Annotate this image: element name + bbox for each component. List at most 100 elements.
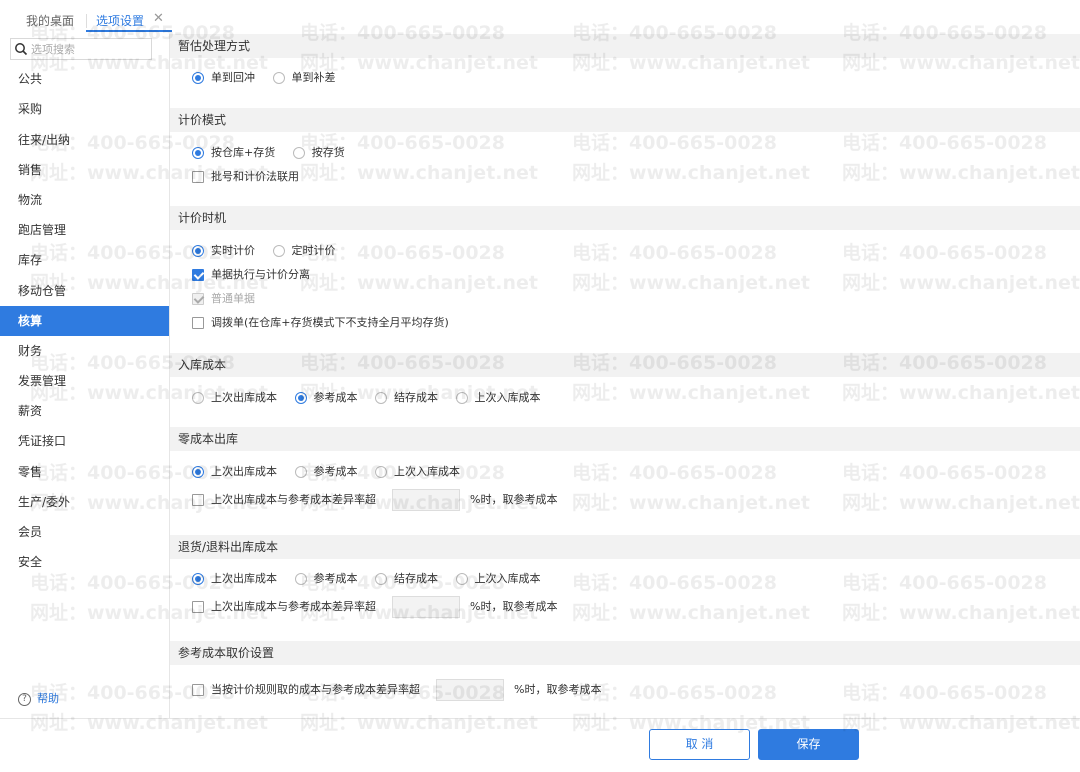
section-header-pricing-timing: 计价时机 [170,206,1080,230]
radio-label: 实时计价 [211,244,255,257]
checkbox-label: 上次出库成本与参考成本差异率超 [211,600,376,613]
radio-option[interactable]: 结存成本 [375,571,438,587]
radio-option[interactable]: 参考成本 [294,390,358,406]
radio-option[interactable]: 上次出库成本 [192,390,277,406]
section-header-inbound-cost: 入库成本 [170,353,1080,377]
zero-cost-options: 上次出库成本 参考成本 上次入库成本 [192,464,474,480]
pricing-mode-options: 按仓库+存货 按存货 [192,145,359,161]
sidebar: 公共 采购 往来/出纳 销售 物流 跑店管理 库存 移动仓管 核算 财务 发票管… [0,34,170,718]
close-icon[interactable]: ✕ [153,11,164,26]
sidebar-item-salary[interactable]: 薪资 [0,396,169,426]
checkbox[interactable] [192,494,204,506]
radio-label: 定时计价 [291,244,336,257]
sidebar-item-retail[interactable]: 零售 [0,457,169,487]
section-header-estimate: 暂估处理方式 [170,34,1080,58]
radio-option[interactable]: 按存货 [292,145,345,161]
checkbox-row-disabled: 普通单据 [192,291,255,307]
radio-label: 上次出库成本 [211,391,277,404]
radio-unchecked[interactable] [375,573,387,585]
search-input[interactable] [31,41,149,57]
radio-label: 按存货 [311,146,345,159]
checkbox[interactable] [192,317,204,329]
radio-option[interactable]: 上次出库成本 [192,464,277,480]
radio-option[interactable]: 参考成本 [294,571,358,587]
checkbox[interactable] [192,601,204,613]
sidebar-item-store-visit[interactable]: 跑店管理 [0,215,169,245]
radio-unchecked[interactable] [294,573,307,585]
sidebar-item-ar-cashier[interactable]: 往来/出纳 [0,125,169,155]
radio-checked[interactable] [192,245,204,257]
radio-option[interactable]: 结存成本 [375,390,438,406]
radio-unchecked[interactable] [294,466,307,478]
checkbox[interactable] [192,171,204,183]
radio-option[interactable]: 上次入库成本 [455,571,541,587]
question-icon: ? [18,692,31,706]
sidebar-item-accounting[interactable]: 核算 [0,306,169,336]
threshold-suffix: %时，取参考成本 [470,493,558,506]
radio-unchecked[interactable] [192,392,204,404]
section-header-reference-cost: 参考成本取价设置 [170,641,1080,665]
radio-unchecked[interactable] [375,466,387,478]
checkbox-checked[interactable] [192,269,204,281]
sidebar-item-mobile-warehouse[interactable]: 移动仓管 [0,276,169,306]
inbound-cost-options: 上次出库成本 参考成本 结存成本 上次入库成本 [192,390,555,406]
threshold-suffix: %时，取参考成本 [470,600,558,613]
radio-option[interactable]: 实时计价 [192,243,255,259]
tab-divider [86,14,87,28]
radio-checked[interactable] [192,466,204,478]
checkbox-label: 当按计价规则取的成本与参考成本差异率超 [211,683,420,696]
sidebar-item-security[interactable]: 安全 [0,547,169,577]
tab-my-desktop[interactable]: 我的桌面 [26,12,74,34]
sidebar-item-voucher-interface[interactable]: 凭证接口 [0,426,169,456]
pricing-timing-options: 实时计价 定时计价 [192,243,350,259]
radio-option[interactable]: 单到回冲 [192,70,255,86]
checkbox-label: 单据执行与计价分离 [211,268,310,281]
cancel-button[interactable]: 取 消 [649,729,750,760]
radio-label: 单到回冲 [211,71,255,84]
threshold-input[interactable] [392,596,460,618]
sidebar-item-member[interactable]: 会员 [0,517,169,547]
save-button[interactable]: 保存 [758,729,859,760]
estimate-options: 单到回冲 单到补差 [192,70,350,86]
sidebar-item-sales[interactable]: 销售 [0,155,169,185]
radio-unchecked[interactable] [272,245,285,257]
radio-option[interactable]: 参考成本 [294,464,358,480]
tab-bar: 我的桌面 选项设置 ✕ [0,0,1080,34]
radio-unchecked[interactable] [455,573,468,585]
sidebar-item-purchase[interactable]: 采购 [0,94,169,124]
sidebar-item-logistics[interactable]: 物流 [0,185,169,215]
checkbox-row[interactable]: 批号和计价法联用 [192,169,299,185]
radio-option[interactable]: 按仓库+存货 [192,145,275,161]
radio-label: 参考成本 [313,391,358,404]
radio-option[interactable]: 上次出库成本 [192,571,277,587]
radio-option[interactable]: 上次入库成本 [375,464,460,480]
sidebar-item-invoice[interactable]: 发票管理 [0,366,169,396]
threshold-input[interactable] [392,489,460,511]
help-label: 帮助 [37,692,59,705]
radio-checked[interactable] [192,573,204,585]
radio-unchecked[interactable] [375,392,387,404]
sidebar-item-public[interactable]: 公共 [0,64,169,94]
threshold-input[interactable] [436,679,504,701]
radio-unchecked[interactable] [455,392,468,404]
radio-unchecked[interactable] [292,147,305,159]
radio-option[interactable]: 单到补差 [272,70,336,86]
search-icon [15,43,28,56]
section-header-return-cost: 退货/退料出库成本 [170,535,1080,559]
checkbox[interactable] [192,684,204,696]
radio-checked[interactable] [192,147,204,159]
sidebar-item-inventory[interactable]: 库存 [0,245,169,275]
radio-option[interactable]: 上次入库成本 [455,390,541,406]
help-link[interactable]: ? 帮助 [18,690,59,706]
sidebar-item-finance[interactable]: 财务 [0,336,169,366]
radio-option[interactable]: 定时计价 [272,243,336,259]
checkbox-row[interactable]: 调拨单(在仓库+存货模式下不支持全月平均存货) [192,315,449,331]
sidebar-item-production[interactable]: 生产/委外 [0,487,169,517]
radio-unchecked[interactable] [272,72,285,84]
options-content: 暂估处理方式 单到回冲 单到补差 计价模式 按仓库+存货 按存货 批号和计价法联… [170,34,1080,718]
checkbox-row[interactable]: 单据执行与计价分离 [192,267,310,283]
radio-checked[interactable] [192,72,204,84]
footer-bar: 取 消 保存 [0,718,1080,772]
radio-checked[interactable] [294,392,307,404]
checkbox-label: 调拨单(在仓库+存货模式下不支持全月平均存货) [211,316,449,329]
